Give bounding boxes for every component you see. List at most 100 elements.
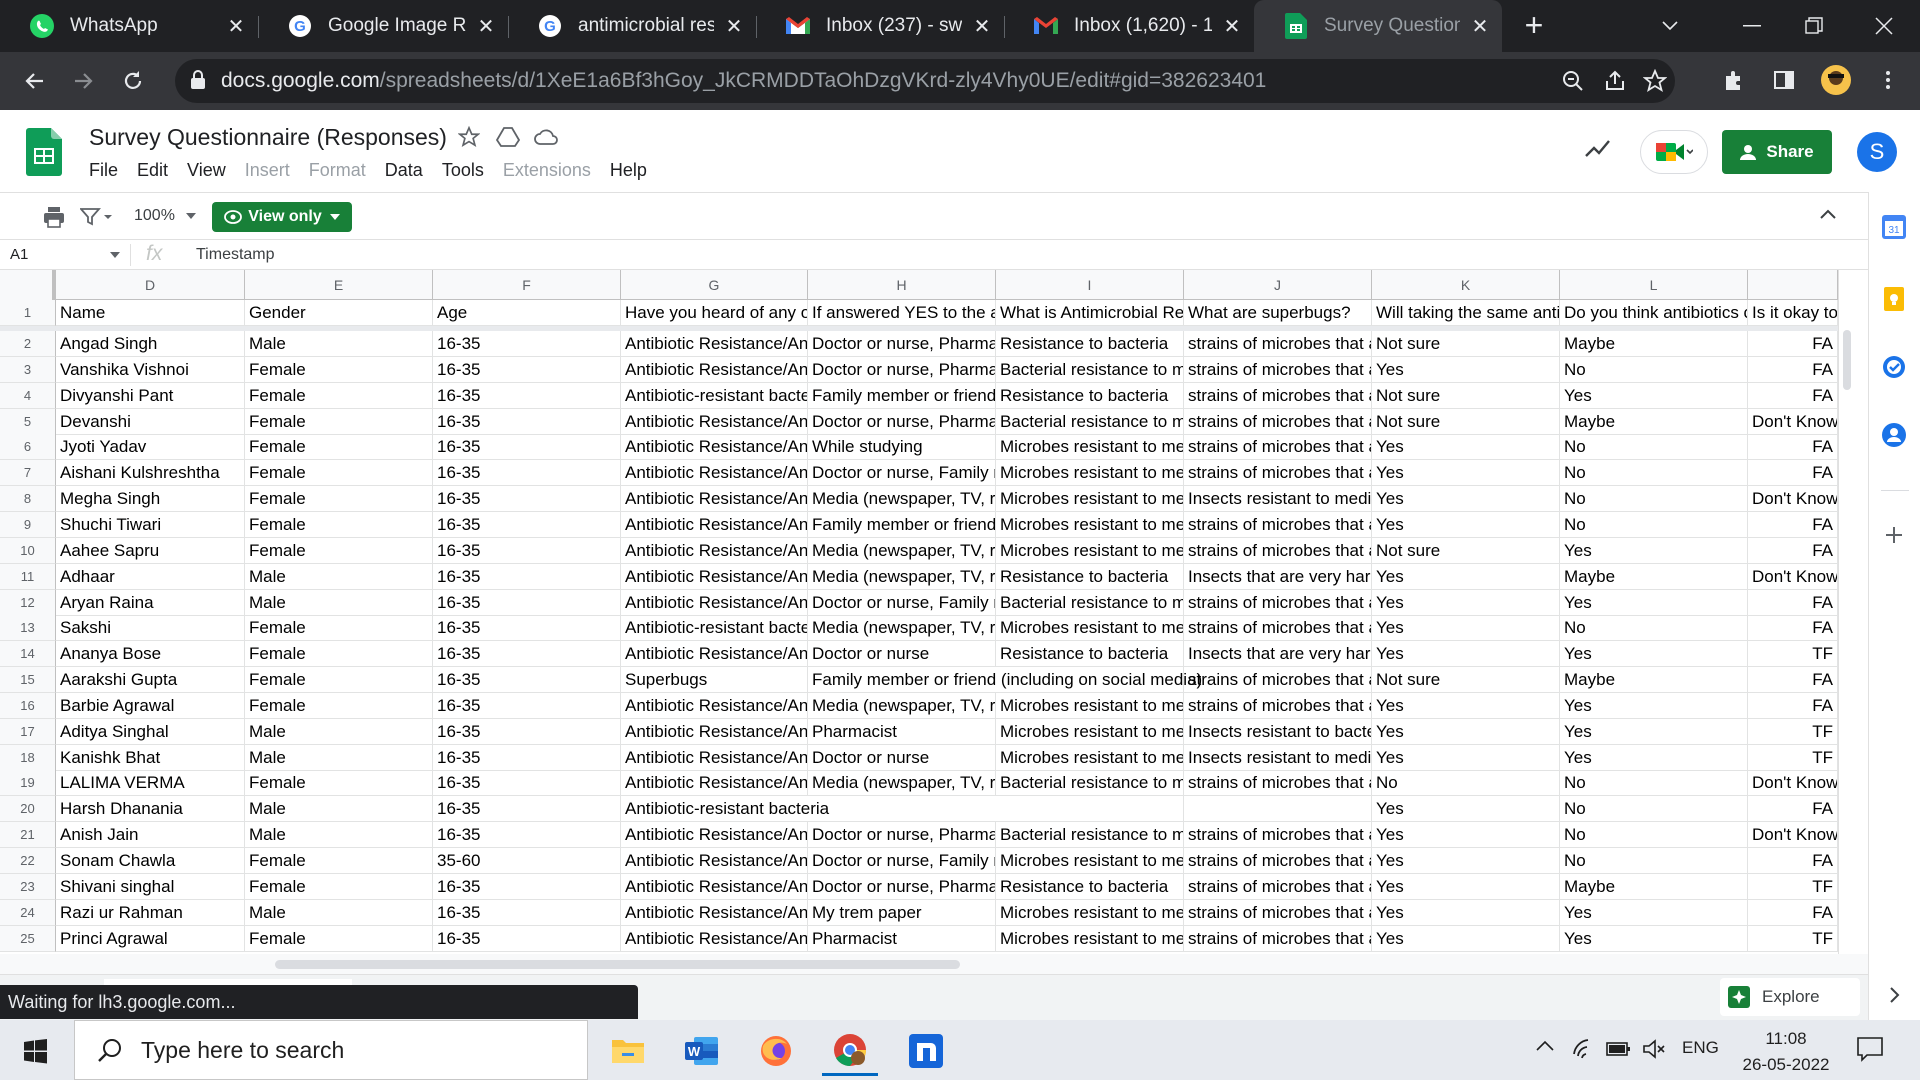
row-header[interactable]: 16 [0,693,56,719]
cell[interactable]: strains of microbes that a [1184,383,1372,409]
cell[interactable]: Yes [1372,926,1560,952]
cell[interactable]: Female [245,667,433,693]
cell[interactable]: Microbes resistant to me [996,434,1184,460]
cell[interactable]: Doctor or nurse, Pharma [808,409,996,435]
cell[interactable]: Yes [1372,693,1560,719]
menu-file[interactable]: File [89,160,118,181]
cell[interactable]: strains of microbes that a [1184,693,1372,719]
tab-antimicrobial[interactable]: G antimicrobial resis ✕ [508,0,756,52]
cell[interactable]: strains of microbes that a [1184,512,1372,538]
cell[interactable]: Male [245,564,433,590]
keep-icon[interactable] [1881,286,1909,314]
header-cell[interactable]: Do you think antibiotics c [1560,300,1748,326]
cell[interactable]: Doctor or nurse [808,745,996,771]
cell[interactable]: 16-35 [433,926,621,952]
cell[interactable]: Yes [1372,874,1560,900]
chevron-down-icon[interactable] [110,252,120,258]
cell[interactable]: strains of microbes that a [1184,434,1372,460]
cell[interactable]: strains of microbes that a [1184,667,1372,693]
cell[interactable]: Sonam Chawla [56,848,245,874]
close-icon[interactable]: ✕ [224,14,248,38]
cell[interactable]: 16-35 [433,822,621,848]
cell[interactable]: Male [245,719,433,745]
cell[interactable]: strains of microbes that a [1184,926,1372,952]
cell[interactable]: Antibiotic Resistance/Ant [621,874,808,900]
collapse-menus-icon[interactable] [1820,209,1836,219]
cell[interactable]: Yes [1372,900,1560,926]
cell[interactable]: Bacterial resistance to m [996,357,1184,383]
minimize-icon[interactable] [1722,0,1782,52]
cell[interactable]: strains of microbes that a [1184,615,1372,641]
cell[interactable]: Antibiotic-resistant bacte [621,615,808,641]
cell[interactable]: Microbes resistant to me [996,693,1184,719]
cell[interactable]: Male [245,822,433,848]
cell[interactable]: Angad Singh [56,331,245,357]
cell[interactable]: Female [245,486,433,512]
cell[interactable]: No [1372,770,1560,796]
cell[interactable]: 16-35 [433,331,621,357]
cell[interactable]: FA [1748,848,1838,874]
word-icon[interactable]: W [674,1026,730,1076]
cell[interactable]: FA [1748,538,1838,564]
header-cell[interactable]: Is it okay to [1748,300,1838,326]
cell[interactable]: Yes [1560,745,1748,771]
cell[interactable] [808,796,996,822]
cell[interactable]: Female [245,641,433,667]
cell[interactable]: Kanishk Bhat [56,745,245,771]
side-panel-icon[interactable] [1772,68,1798,94]
cell[interactable]: FA [1748,590,1838,616]
cell[interactable]: Aishani Kulshreshtha [56,460,245,486]
cell[interactable]: Yes [1372,564,1560,590]
cell[interactable]: Harsh Dhanania [56,796,245,822]
header-cell[interactable]: What are superbugs? [1184,300,1372,326]
cell[interactable] [996,796,1184,822]
cell[interactable]: Female [245,874,433,900]
cell[interactable]: Antibiotic Resistance/Ant [621,719,808,745]
row-header[interactable]: 3 [0,357,56,383]
extensions-puzzle-icon[interactable] [1722,68,1748,94]
cell[interactable]: Yes [1560,641,1748,667]
cell[interactable]: Yes [1372,460,1560,486]
row-header[interactable]: 12 [0,590,56,616]
tasks-icon[interactable] [1881,354,1909,382]
add-addon-icon[interactable] [1881,522,1909,550]
cell[interactable]: Insects resistant to medic [1184,486,1372,512]
cell[interactable]: Adhaar [56,564,245,590]
select-all-corner[interactable] [0,270,56,300]
cell[interactable]: strains of microbes that a [1184,900,1372,926]
cell[interactable]: No [1560,848,1748,874]
cell[interactable]: Yes [1372,796,1560,822]
cell[interactable]: Aryan Raina [56,590,245,616]
column-header[interactable]: K [1372,270,1560,300]
column-header[interactable]: F [433,270,621,300]
cell[interactable]: FA [1748,693,1838,719]
volume-muted-icon[interactable] [1642,1038,1666,1060]
cell[interactable]: 16-35 [433,357,621,383]
cell[interactable]: Antibiotic Resistance/Ant [621,590,808,616]
chevron-down-icon[interactable] [186,213,196,219]
row-header[interactable]: 10 [0,538,56,564]
cell[interactable]: Jyoti Yadav [56,434,245,460]
cell[interactable]: 16-35 [433,745,621,771]
close-icon[interactable]: ✕ [722,14,746,38]
row-header[interactable]: 7 [0,460,56,486]
cell[interactable]: Antibiotic Resistance/Ant [621,822,808,848]
cell[interactable]: strains of microbes that a [1184,770,1372,796]
cell[interactable]: Yes [1372,745,1560,771]
cell[interactable]: No [1560,460,1748,486]
header-cell[interactable]: Have you heard of any o [621,300,808,326]
cell[interactable]: Female [245,409,433,435]
tab-inbox-237[interactable]: Inbox (237) - swat ✕ [756,0,1004,52]
close-icon[interactable]: ✕ [1468,14,1492,38]
cell[interactable]: Resistance to bacteria [996,383,1184,409]
sheets-logo-icon[interactable] [26,128,62,176]
cell[interactable]: 16-35 [433,486,621,512]
more-menu-icon[interactable] [1876,68,1902,94]
row-header[interactable]: 19 [0,770,56,796]
cell[interactable]: Not sure [1372,409,1560,435]
cell[interactable]: Female [245,357,433,383]
cell[interactable]: Male [245,796,433,822]
cell[interactable]: Microbes resistant to me [996,745,1184,771]
cell[interactable]: Resistance to bacteria [996,874,1184,900]
account-avatar[interactable]: S [1857,132,1897,172]
